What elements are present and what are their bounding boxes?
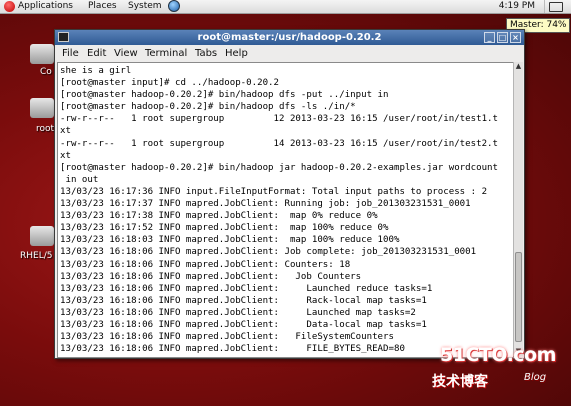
terminal-line: xt [60,126,71,137]
terminal-line: [root@master hadoop-0.20.2]# bin/hadoop … [60,90,389,101]
terminal-output[interactable]: she is a girl [root@master input]# cd ../… [57,62,514,358]
terminal-line: she is a girl [60,66,132,76]
places-menu[interactable]: Places [88,0,117,13]
watermark-blog: Blog [524,372,547,383]
minimize-button[interactable]: _ [484,32,495,43]
system-menu[interactable]: System [128,0,162,13]
close-button[interactable]: × [510,32,521,43]
desktop-icon-label-computer[interactable]: Co [40,67,52,77]
terminal-line: [root@master hadoop-0.20.2]# bin/hadoop … [60,102,356,113]
web-browser-icon[interactable] [168,0,180,12]
scrollbar-thumb[interactable] [515,252,522,342]
terminal-line: 13/03/23 16:17:38 INFO mapred.JobClient:… [60,211,378,222]
menu-edit[interactable]: Edit [87,48,106,59]
window-titlebar[interactable]: root@master:/usr/hadoop-0.20.2 _ □ × [55,30,524,45]
applications-menu[interactable]: Applications [18,0,73,13]
computer-icon[interactable] [30,44,54,64]
scroll-up-icon[interactable]: ▲ [514,62,523,71]
show-desktop-icon[interactable] [544,0,565,13]
terminal-line: [root@master input]# cd ../hadoop-0.20.2 [60,78,279,89]
terminal-line: 13/03/23 16:17:36 INFO input.FileInputFo… [60,186,488,197]
terminal-line: 13/03/23 16:18:06 INFO mapred.JobClient:… [60,259,351,270]
terminal-line: -rw-r--r-- 1 root supergroup 14 2013-03-… [60,138,498,149]
vertical-scrollbar[interactable]: ▲ ▼ [513,62,523,356]
top-panel: Applications Places System 4:19 PM [0,0,571,14]
terminal-line: 13/03/23 16:18:06 INFO mapred.JobClient:… [60,307,416,318]
desktop-icon-label-home[interactable]: root [36,124,54,134]
terminal-line: [root@master hadoop-0.20.2]# bin/hadoop … [60,162,498,173]
terminal-line: 13/03/23 16:18:06 INFO mapred.JobClient:… [60,247,477,258]
menu-help[interactable]: Help [225,48,248,59]
menu-file[interactable]: File [62,48,79,59]
terminal-line: xt [60,150,71,161]
terminal-line: 13/03/23 16:18:06 INFO mapred.JobClient:… [60,319,427,330]
terminal-line: 13/03/23 16:18:03 INFO mapred.JobClient:… [60,235,400,246]
terminal-window: root@master:/usr/hadoop-0.20.2 _ □ × Fil… [54,29,525,359]
desktop-icon-label-rhel[interactable]: RHEL/5 [20,251,52,261]
terminal-line: 13/03/23 16:17:37 INFO mapred.JobClient:… [60,199,471,210]
panel-clock[interactable]: 4:19 PM [499,0,535,13]
home-folder-icon[interactable] [30,98,54,118]
terminal-line: 13/03/23 16:17:52 INFO mapred.JobClient:… [60,223,389,234]
terminal-app-icon[interactable] [58,32,69,42]
menu-bar: File Edit View Terminal Tabs Help [55,46,524,61]
menu-view[interactable]: View [114,48,138,59]
terminal-line: in out [60,174,99,185]
disc-icon[interactable] [30,226,54,246]
applications-menu-icon[interactable] [4,1,15,12]
menu-tabs[interactable]: Tabs [195,48,217,59]
window-title: root@master:/usr/hadoop-0.20.2 [197,32,382,43]
terminal-text: she is a girl [root@master input]# cd ../… [58,63,513,355]
terminal-line: 13/03/23 16:18:06 INFO mapred.JobClient:… [60,271,362,282]
watermark-site: 51CTO.com [440,344,556,366]
terminal-line: 13/03/23 16:18:06 INFO mapred.JobClient:… [60,295,427,306]
maximize-button[interactable]: □ [497,32,508,43]
terminal-line: 13/03/23 16:18:06 INFO mapred.JobClient:… [60,283,433,294]
watermark-tagline: 技术博客 [432,374,488,390]
terminal-line: -rw-r--r-- 1 root supergroup 12 2013-03-… [60,114,498,125]
menu-terminal[interactable]: Terminal [145,48,187,59]
terminal-line: 13/03/23 16:18:06 INFO mapred.JobClient:… [60,332,394,343]
